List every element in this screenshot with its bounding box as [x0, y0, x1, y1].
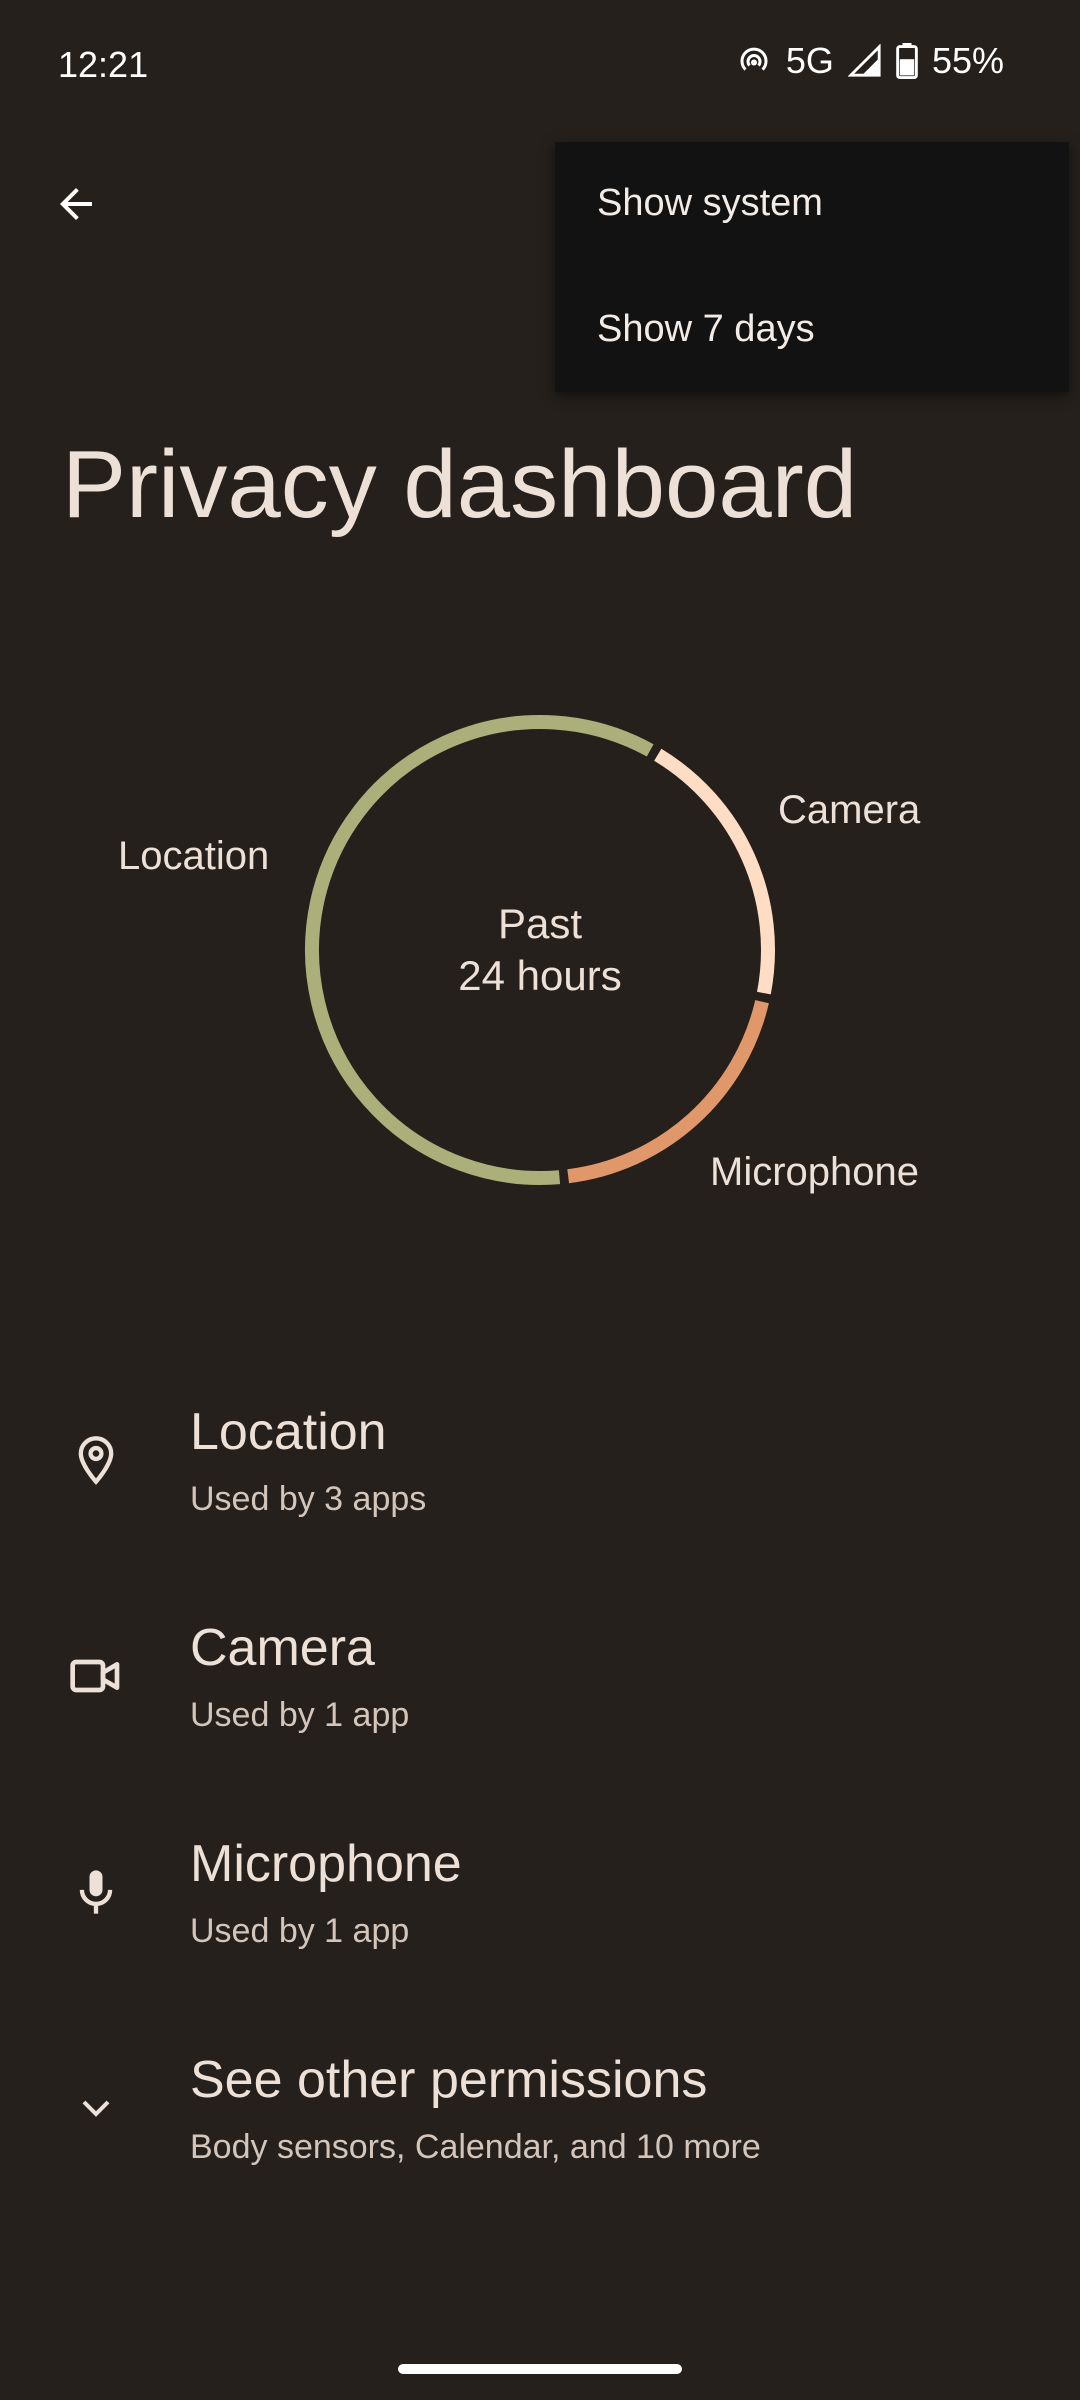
chevron-down-icon: [60, 2072, 132, 2144]
home-indicator[interactable]: [398, 2364, 682, 2374]
network-type: 5G: [785, 40, 834, 81]
arrow-back-icon: [52, 180, 100, 233]
list-item-microphone[interactable]: Microphone Used by 1 app: [0, 1812, 1080, 2012]
perm-subtitle: Used by 3 apps: [190, 1480, 427, 1518]
chart-center-line1: Past: [497, 900, 583, 947]
perm-title: See other permissions: [190, 2051, 708, 2109]
status-time: 12:21: [58, 44, 149, 85]
microphone-icon: [60, 1856, 132, 1928]
chart-center-line2: 24 hours: [458, 952, 622, 999]
usage-donut-chart: Location Camera Microphone Past 24 hours: [0, 680, 1080, 1240]
page-title: Privacy dashboard: [62, 431, 858, 538]
perm-subtitle: Body sensors, Calendar, and 10 more: [190, 2128, 761, 2166]
list-item-location[interactable]: Location Used by 3 apps: [0, 1380, 1080, 1580]
hotspot-icon: [736, 43, 772, 79]
chart-label-camera: Camera: [778, 788, 921, 832]
overflow-menu: Show system Show 7 days: [555, 142, 1069, 392]
battery-percent: 55%: [931, 40, 1004, 81]
chart-center-label: Past 24 hours: [390, 898, 690, 1002]
menu-item-show-7-days[interactable]: Show 7 days: [597, 308, 815, 351]
perm-title: Location: [190, 1403, 387, 1461]
status-bar: 12:21 5G 55%: [0, 0, 1080, 130]
status-icons: 5G 55%: [736, 40, 1004, 82]
perm-title: Microphone: [190, 1835, 462, 1893]
menu-item-show-system[interactable]: Show system: [597, 182, 823, 225]
battery-icon: [896, 43, 918, 79]
list-item-see-other-permissions[interactable]: See other permissions Body sensors, Cale…: [0, 2028, 1080, 2228]
perm-subtitle: Used by 1 app: [190, 1912, 410, 1950]
back-button[interactable]: [40, 170, 112, 242]
signal-icon: [847, 44, 882, 78]
camera-icon: [60, 1640, 132, 1712]
list-item-camera[interactable]: Camera Used by 1 app: [0, 1596, 1080, 1796]
perm-subtitle: Used by 1 app: [190, 1696, 410, 1734]
perm-title: Camera: [190, 1619, 375, 1677]
chart-label-microphone: Microphone: [710, 1150, 920, 1194]
chart-label-location: Location: [118, 834, 270, 878]
location-pin-icon: [60, 1424, 132, 1496]
